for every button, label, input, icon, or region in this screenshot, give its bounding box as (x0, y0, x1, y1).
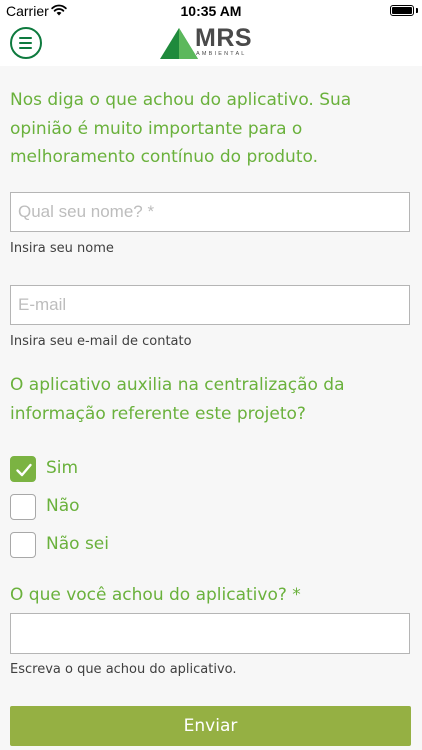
feedback-helper-text: Escreva o que achou do aplicativo. (10, 662, 237, 677)
name-helper-text: Insira seu nome (10, 241, 114, 256)
status-bar: Carrier 10:35 AM (0, 0, 422, 22)
checkbox-icon[interactable] (10, 494, 36, 520)
logo-text: MRS (195, 24, 253, 52)
submit-button[interactable]: Enviar (10, 706, 411, 746)
option-label: Sim (46, 458, 79, 478)
option-nao[interactable]: Não (10, 494, 130, 520)
feedback-input[interactable] (10, 613, 410, 654)
checkbox-icon[interactable] (10, 532, 36, 558)
option-sim[interactable]: Sim (10, 456, 130, 482)
nav-bar: MRS AMBIENTAL (0, 22, 422, 66)
email-input-placeholder: E-mail (18, 295, 67, 314)
option-nao-sei[interactable]: Não sei (10, 532, 150, 558)
name-input[interactable]: Qual seu nome? * (10, 192, 410, 232)
option-label: Não sei (46, 534, 109, 554)
logo-subtext: AMBIENTAL (196, 51, 247, 57)
hamburger-menu-icon[interactable] (10, 27, 42, 59)
checkbox-checked-icon[interactable] (10, 456, 36, 482)
email-input[interactable]: E-mail (10, 285, 410, 325)
status-time: 10:35 AM (180, 3, 242, 19)
battery-tip (416, 8, 418, 13)
name-input-placeholder: Qual seu nome? * (18, 202, 155, 221)
email-helper-text: Insira seu e-mail de contato (10, 334, 192, 349)
battery-icon (390, 5, 414, 16)
option-label: Não (46, 496, 80, 516)
question-centralization: O aplicativo auxilia na centralização da… (10, 375, 345, 424)
intro-text: Nos diga o que achou do aplicativo. Sua … (10, 90, 352, 167)
question-feedback: O que você achou do aplicativo? * (10, 585, 301, 605)
logo-triangle-icon (160, 28, 198, 59)
